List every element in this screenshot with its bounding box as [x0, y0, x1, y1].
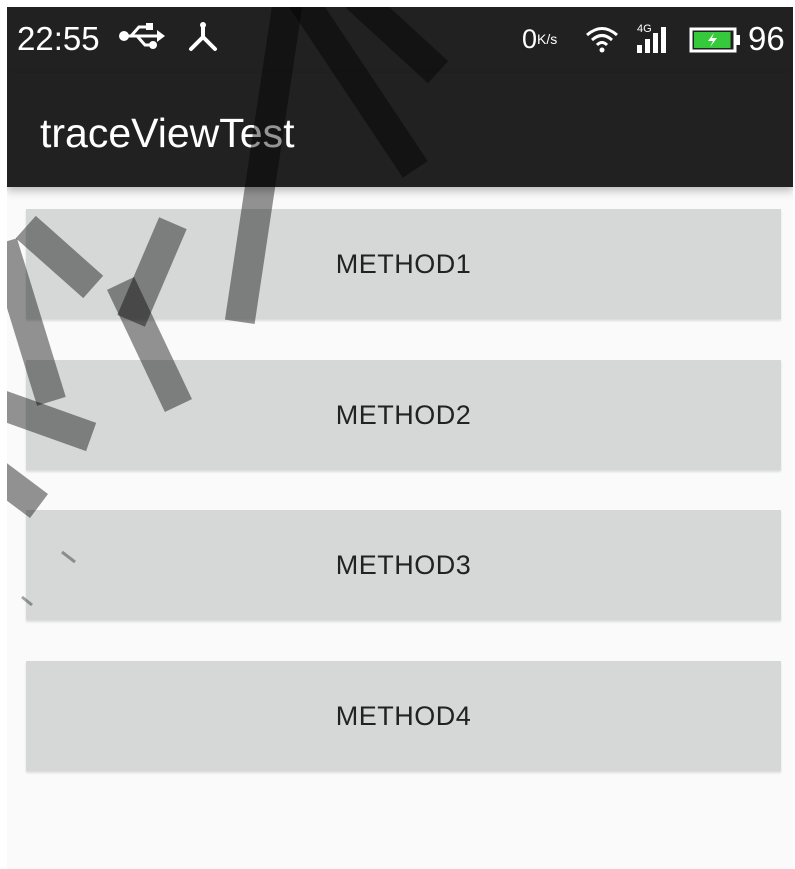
status-time: 22:55 [17, 20, 100, 57]
battery-icon [689, 27, 743, 58]
battery-level: 96 [748, 20, 785, 57]
signal-icon: 4G [635, 21, 677, 60]
method1-button[interactable]: METHOD1 [26, 209, 781, 319]
signal-label: 4G [637, 23, 652, 35]
wifi-icon [585, 25, 619, 58]
usb-icon [117, 21, 167, 56]
net-speed-unit: K/s [537, 31, 558, 47]
method4-button[interactable]: METHOD4 [26, 661, 781, 771]
method3-button[interactable]: METHOD3 [26, 510, 781, 620]
net-speed-value: 0 [522, 24, 538, 54]
status-bar: 22:55 0K/s 4G 96 [7, 7, 793, 73]
content-area: METHOD1 METHOD2 METHOD3 METHOD4 [7, 187, 793, 869]
net-speed: 0K/s [522, 23, 557, 55]
phone-screen: 22:55 0K/s 4G 96 traceViewTest METHOD1 M… [7, 7, 793, 869]
method2-button[interactable]: METHOD2 [26, 360, 781, 470]
app-bar: traceViewTest [7, 73, 793, 187]
debug-icon [185, 21, 221, 58]
app-title: traceViewTest [40, 110, 295, 156]
